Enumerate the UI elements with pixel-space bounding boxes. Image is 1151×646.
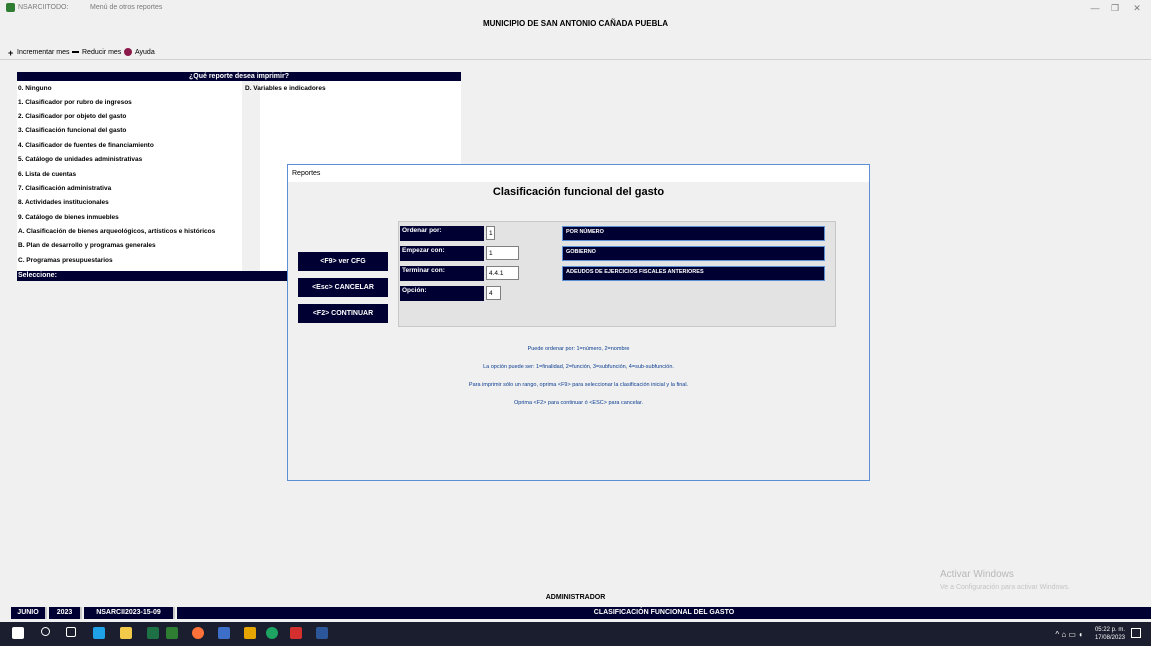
toolbar bbox=[0, 45, 1151, 60]
report-item-actividades-institucionales[interactable]: 8. Actividades institucionales bbox=[18, 199, 109, 206]
report-item-objeto-gasto[interactable]: 2. Clasificador por objeto del gasto bbox=[18, 113, 126, 120]
close-button[interactable]: ✕ bbox=[1125, 2, 1149, 14]
parameters-panel: Ordenar por: 1 POR NÚMERO Empezar con: 1… bbox=[398, 221, 836, 327]
dialog-titlebar: Reportes bbox=[288, 165, 869, 182]
report-item-fuentes-financiamiento[interactable]: 4. Clasificador de fuentes de financiami… bbox=[18, 142, 154, 149]
user-label: ADMINISTRADOR bbox=[545, 594, 606, 601]
order-field[interactable]: 1 bbox=[486, 226, 495, 240]
notification-icon[interactable] bbox=[1131, 628, 1141, 638]
report-item-funcional-gasto[interactable]: 3. Clasificación funcional del gasto bbox=[18, 127, 126, 134]
dialog-heading: Clasificación funcional del gasto bbox=[492, 186, 665, 198]
search-icon[interactable] bbox=[41, 627, 50, 636]
system-tray-icons[interactable]: ^ ⌂ ▭ ◖ bbox=[1055, 630, 1083, 639]
status-month: JUNIO bbox=[11, 607, 47, 619]
report-item-programas-presupuestarios[interactable]: C. Programas presupuestarios bbox=[18, 257, 113, 264]
excel-icon[interactable] bbox=[147, 627, 159, 639]
restore-button[interactable]: ❐ bbox=[1103, 2, 1127, 14]
clock-date: 17/08/2023 bbox=[1094, 635, 1125, 641]
view-cfg-button[interactable]: <F9> ver CFG bbox=[298, 252, 388, 271]
window-titlebar bbox=[0, 0, 1151, 16]
end-description: ADEUDOS DE EJERCICIOS FISCALES ANTERIORE… bbox=[562, 266, 825, 281]
activation-watermark-text: Ve a Configuración para activar Windows. bbox=[940, 584, 1070, 591]
cancel-button[interactable]: <Esc> CANCELAR bbox=[298, 278, 388, 297]
column-divider bbox=[242, 81, 260, 271]
report-item-bienes-arqueologicos[interactable]: A. Clasificación de bienes arqueológicos… bbox=[18, 228, 215, 235]
option-field[interactable]: 4 bbox=[486, 286, 501, 300]
report-item-rubro-ingresos[interactable]: 1. Clasificador por rubro de ingresos bbox=[18, 99, 132, 106]
firefox-icon[interactable] bbox=[192, 627, 204, 639]
status-database: NSARCII2023-15-09 bbox=[84, 607, 175, 619]
window-caption: Menú de otros reportes bbox=[90, 4, 163, 11]
app-name: NSARCIITODO: bbox=[18, 4, 69, 11]
activation-watermark-title: Activar Windows bbox=[940, 569, 1014, 580]
note-range: Para imprimir sólo un rango, oprima <F9>… bbox=[468, 382, 689, 388]
end-label: Terminar con: bbox=[400, 266, 484, 281]
note-order: Puede ordenar por: 1=número, 2=nombre bbox=[527, 346, 630, 352]
note-continue: Oprima <F2> para continuar ó <ESC> para … bbox=[513, 400, 644, 406]
app-blue-icon[interactable] bbox=[218, 627, 230, 639]
status-year: 2023 bbox=[49, 607, 82, 619]
file-explorer-icon[interactable] bbox=[120, 627, 132, 639]
status-report: CLASIFICACIÓN FUNCIONAL DEL GASTO bbox=[177, 607, 1151, 619]
help-book-icon[interactable] bbox=[124, 48, 132, 56]
start-description: GOBIERNO bbox=[562, 246, 825, 261]
increment-month-button[interactable]: Incrementar mes bbox=[17, 49, 70, 56]
acrobat-icon[interactable] bbox=[290, 627, 302, 639]
nsarcii-app-icon[interactable] bbox=[166, 627, 178, 639]
order-label: Ordenar por: bbox=[400, 226, 484, 241]
report-item-unidades-administrativas[interactable]: 5. Catálogo de unidades administrativas bbox=[18, 156, 142, 163]
word-icon[interactable] bbox=[316, 627, 328, 639]
task-view-icon[interactable] bbox=[66, 627, 76, 637]
report-item-bienes-inmuebles[interactable]: 9. Catálogo de bienes inmuebles bbox=[18, 214, 119, 221]
edge-icon[interactable] bbox=[93, 627, 105, 639]
windows-start-icon[interactable] bbox=[12, 627, 24, 639]
end-field[interactable]: 4.4.1 bbox=[486, 266, 519, 280]
start-label: Empezar con: bbox=[400, 246, 484, 261]
clock-time: 05:22 p. m. bbox=[1094, 627, 1125, 633]
reduce-month-button[interactable]: Reducir mes bbox=[82, 49, 121, 56]
dialog-title: Reportes bbox=[292, 170, 321, 177]
plus-icon[interactable]: + bbox=[8, 48, 13, 58]
app-yellow-icon[interactable] bbox=[244, 627, 256, 639]
minus-icon[interactable] bbox=[72, 51, 79, 53]
clock[interactable]: 05:22 p. m. 17/08/2023 bbox=[1095, 626, 1125, 642]
page-title: MUNICIPIO DE SAN ANTONIO CAÑADA PUEBLA bbox=[482, 19, 669, 28]
note-option: La opción puede ser: 1=finalidad, 2=func… bbox=[483, 364, 674, 370]
start-field[interactable]: 1 bbox=[486, 246, 519, 260]
continue-button[interactable]: <F2> CONTINUAR bbox=[298, 304, 388, 323]
report-item-variables-indicadores[interactable]: D. Variables e indicadores bbox=[245, 85, 326, 92]
reports-dialog: Reportes Clasificación funcional del gas… bbox=[287, 164, 870, 481]
option-label: Opción: bbox=[400, 286, 484, 301]
report-item-clasificacion-administrativa[interactable]: 7. Clasificación administrativa bbox=[18, 185, 111, 192]
order-description: POR NÚMERO bbox=[562, 226, 825, 241]
report-item-plan-desarrollo[interactable]: B. Plan de desarrollo y programas genera… bbox=[18, 242, 156, 249]
chrome-icon[interactable] bbox=[266, 627, 278, 639]
report-menu-header: ¿Qué reporte desea imprimir? bbox=[17, 72, 461, 81]
report-item-lista-cuentas[interactable]: 6. Lista de cuentas bbox=[18, 171, 76, 178]
app-icon bbox=[6, 3, 15, 12]
help-button[interactable]: Ayuda bbox=[135, 49, 155, 56]
report-item-ninguno[interactable]: 0. Ninguno bbox=[18, 85, 52, 92]
